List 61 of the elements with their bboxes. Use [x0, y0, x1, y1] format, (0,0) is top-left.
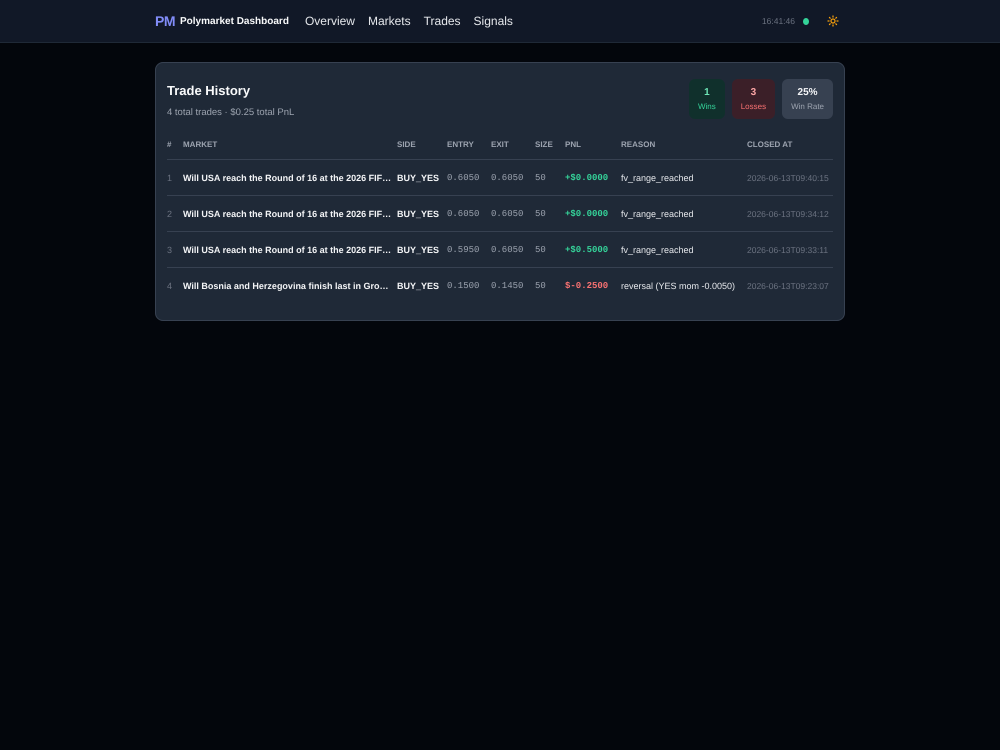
closed-time: 2026-06-13T09:34:12 — [747, 196, 833, 232]
exit-price: 0.1450 — [491, 268, 535, 304]
row-number: 1 — [167, 160, 183, 196]
trade-size: 50 — [535, 160, 565, 196]
column-header: REASON — [621, 136, 747, 160]
column-header: EXIT — [491, 136, 535, 160]
app-title: Polymarket Dashboard — [180, 16, 289, 26]
row-number: 2 — [167, 196, 183, 232]
stat-label: Wins — [698, 102, 716, 111]
close-reason: reversal (YES mom -0.0050) — [621, 268, 747, 304]
closed-time: 2026-06-13T09:40:15 — [747, 160, 833, 196]
entry-price: 0.5950 — [447, 232, 491, 268]
column-header: SIZE — [535, 136, 565, 160]
market-name: Will USA reach the Round of 16 at the 2026 FIF… — [183, 196, 397, 232]
sun-icon[interactable] — [827, 15, 839, 27]
trade-size: 50 — [535, 196, 565, 232]
entry-price: 0.6050 — [447, 160, 491, 196]
trade-size: 50 — [535, 268, 565, 304]
closed-time: 2026-06-13T09:33:11 — [747, 232, 833, 268]
pnl-value: $-0.2500 — [565, 268, 621, 304]
exit-price: 0.6050 — [491, 196, 535, 232]
entry-price: 0.6050 — [447, 196, 491, 232]
stat-label: Losses — [740, 102, 766, 111]
market-name: Will Bosnia and Herzegovina finish last in Gro… — [183, 268, 397, 304]
card-title: Trade History — [167, 83, 252, 98]
nav-link[interactable]: Signals — [474, 14, 513, 28]
stat-value: 25% — [798, 87, 818, 98]
row-number: 3 — [167, 232, 183, 268]
close-reason: fv_range_reached — [621, 196, 747, 232]
pnl-value: +$0.0000 — [565, 196, 621, 232]
column-header: CLOSED AT — [747, 136, 833, 160]
stat-value: 1 — [704, 87, 710, 98]
exit-price: 0.6050 — [491, 232, 535, 268]
card-subtitle: 4 total trades · $0.25 total PnL — [167, 107, 294, 118]
pnl-value: +$0.5000 — [565, 232, 621, 268]
trade-side: BUY_YES — [397, 268, 447, 304]
column-header: SIDE — [397, 136, 447, 160]
exit-price: 0.6050 — [491, 160, 535, 196]
row-number: 4 — [167, 268, 183, 304]
column-header: # — [167, 136, 183, 160]
entry-price: 0.1500 — [447, 268, 491, 304]
trade-side: BUY_YES — [397, 160, 447, 196]
nav-link[interactable]: Trades — [424, 14, 461, 28]
trade-side: BUY_YES — [397, 196, 447, 232]
stat-value: 3 — [750, 87, 756, 98]
logo-mark[interactable]: PM — [155, 13, 175, 29]
closed-time: 2026-06-13T09:23:07 — [747, 268, 833, 304]
close-reason: fv_range_reached — [621, 232, 747, 268]
clock-time: 16:41:46 — [762, 16, 795, 26]
column-header: MARKET — [183, 136, 397, 160]
nav-link[interactable]: Markets — [368, 14, 411, 28]
column-header: ENTRY — [447, 136, 491, 160]
close-reason: fv_range_reached — [621, 160, 747, 196]
market-name: Will USA reach the Round of 16 at the 2026 FIF… — [183, 232, 397, 268]
market-name: Will USA reach the Round of 16 at the 2026 FIF… — [183, 160, 397, 196]
trade-size: 50 — [535, 232, 565, 268]
stat-label: Win Rate — [791, 102, 824, 111]
trade-side: BUY_YES — [397, 232, 447, 268]
nav-link[interactable]: Overview — [304, 14, 355, 28]
pnl-value: +$0.0000 — [565, 160, 621, 196]
column-header: PNL — [565, 136, 621, 160]
